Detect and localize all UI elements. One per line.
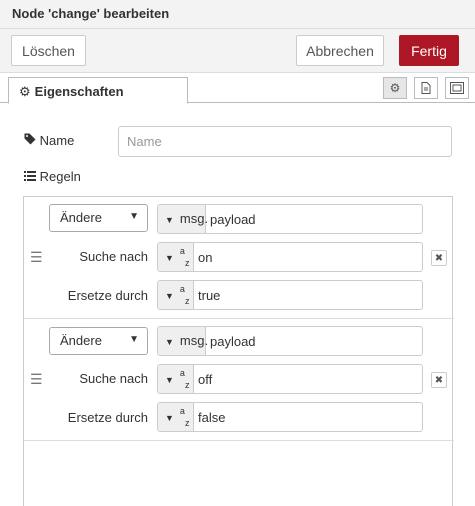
search-type-button[interactable]: ▼ az	[158, 243, 194, 271]
dialog-title: Node 'change' bearbeiten	[0, 0, 475, 29]
target-input[interactable]: ▼ msg. payload	[157, 326, 423, 356]
replace-value: true	[198, 288, 221, 303]
caret-down-icon: ▼	[165, 215, 174, 225]
replace-label: Ersetze durch	[67, 288, 148, 303]
search-value: off	[198, 372, 213, 387]
search-input[interactable]: ▼ az off	[157, 364, 423, 394]
tab-properties-label: Eigenschaften	[34, 84, 124, 99]
search-input[interactable]: ▼ az on	[157, 242, 423, 272]
caret-down-icon: ▼	[165, 291, 174, 302]
cancel-button[interactable]: Abbrechen	[296, 35, 384, 66]
tag-icon	[24, 133, 40, 148]
string-type-icon: az	[179, 246, 190, 269]
target-value: payload	[210, 334, 256, 349]
caret-down-icon: ▼	[165, 375, 174, 386]
search-label: Suche nach	[79, 371, 148, 386]
target-type-button[interactable]: ▼ msg.	[158, 327, 208, 355]
close-icon[interactable]: ✖	[431, 250, 447, 266]
action-select[interactable]: Ändere ▼	[49, 204, 148, 232]
tab-bar: ⚙ Eigenschaften ⚙	[0, 73, 475, 104]
dialog-toolbar: Löschen Abbrechen Fertig	[0, 29, 475, 73]
chevron-down-icon: ▼	[129, 211, 139, 222]
replace-label: Ersetze durch	[67, 410, 148, 425]
tab-properties[interactable]: ⚙ Eigenschaften	[8, 77, 188, 104]
rule-item: Ändere ▼ ▼ msg. payload ☰ Suche nach ▼ az …	[24, 319, 454, 441]
string-type-icon: az	[179, 406, 190, 429]
rules-label: Regeln	[24, 169, 81, 184]
name-label: Name	[24, 133, 74, 148]
close-icon[interactable]: ✖	[431, 372, 447, 388]
search-value: on	[198, 250, 213, 265]
target-type-button[interactable]: ▼ msg.	[158, 205, 208, 233]
caret-down-icon: ▼	[165, 337, 174, 347]
replace-type-button[interactable]: ▼ az	[158, 281, 194, 309]
rules-list: Ändere ▼ ▼ msg. payload ☰ Suche nach ▼ az …	[23, 196, 454, 506]
done-button[interactable]: Fertig	[399, 35, 459, 66]
document-icon[interactable]	[414, 77, 438, 99]
string-type-icon: az	[179, 284, 190, 307]
drag-handle-icon[interactable]: ☰	[30, 249, 43, 266]
caret-down-icon: ▼	[165, 413, 174, 424]
gear-icon[interactable]: ⚙	[383, 77, 407, 99]
search-label: Suche nach	[79, 249, 148, 264]
delete-button[interactable]: Löschen	[11, 35, 86, 66]
replace-type-button[interactable]: ▼ az	[158, 403, 194, 431]
search-type-button[interactable]: ▼ az	[158, 365, 194, 393]
action-select[interactable]: Ändere ▼	[49, 327, 148, 355]
target-value: payload	[210, 212, 256, 227]
drag-handle-icon[interactable]: ☰	[30, 371, 43, 388]
layout-icon[interactable]	[445, 77, 469, 99]
name-input[interactable]: Name	[118, 126, 452, 157]
chevron-down-icon: ▼	[129, 334, 139, 345]
caret-down-icon: ▼	[165, 253, 174, 264]
list-icon	[24, 169, 40, 184]
string-type-icon: az	[179, 368, 190, 391]
replace-input[interactable]: ▼ az false	[157, 402, 423, 432]
gear-icon: ⚙	[19, 84, 31, 99]
target-input[interactable]: ▼ msg. payload	[157, 204, 423, 234]
rule-item: Ändere ▼ ▼ msg. payload ☰ Suche nach ▼ az …	[24, 197, 454, 319]
replace-input[interactable]: ▼ az true	[157, 280, 423, 310]
replace-value: false	[198, 410, 226, 425]
